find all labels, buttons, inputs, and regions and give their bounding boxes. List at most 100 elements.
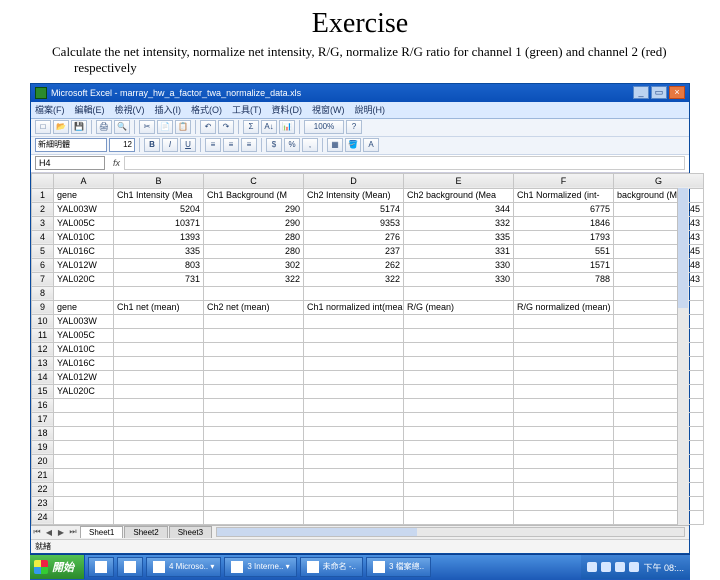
tab-nav-next-icon[interactable]: ▶ [55,528,67,537]
col-header[interactable]: B [114,173,204,188]
align-left-icon[interactable]: ≡ [205,138,221,152]
sheet-tab-2[interactable]: Sheet2 [124,526,167,538]
table-row: 6YAL012W8033022623301571448 [32,258,704,272]
sort-asc-icon[interactable]: A↓ [261,120,277,134]
taskbar-item[interactable]: 3 檔案總.. [366,557,431,577]
status-bar: 就緒 [31,539,689,553]
windows-flag-icon [34,560,48,574]
table-row: 8 [32,286,704,300]
align-right-icon[interactable]: ≡ [241,138,257,152]
tray-icon[interactable] [629,562,639,572]
tray-icon[interactable] [587,562,597,572]
menu-format[interactable]: 格式(O) [191,103,222,116]
table-row: 11YAL005C [32,328,704,342]
table-row: 17 [32,412,704,426]
col-header[interactable]: D [304,173,404,188]
taskbar-item[interactable]: 3 Interne.. ▾ [224,557,296,577]
tray-icon[interactable] [615,562,625,572]
cut-icon[interactable]: ✂ [139,120,155,134]
taskbar-item[interactable] [117,557,143,577]
app-name: Microsoft Excel [51,88,112,98]
comma-icon[interactable]: , [302,138,318,152]
tab-nav-prev-icon[interactable]: ◀ [43,528,55,537]
minimize-button[interactable]: _ [633,86,649,99]
spreadsheet-grid[interactable]: A B C D E F G 1 gene Ch1 Intensity (Mea … [31,173,704,525]
tab-nav-last-icon[interactable]: ⏭ [67,527,79,537]
save-icon[interactable]: 💾 [71,120,87,134]
help-icon[interactable]: ? [346,120,362,134]
print-icon[interactable]: 🖨 [96,120,112,134]
tab-nav-first-icon[interactable]: ⏮ [31,527,43,537]
menu-edit[interactable]: 編輯(E) [75,103,105,116]
taskbar-item[interactable]: 未命名 -.. [300,557,363,577]
excel-window: Microsoft Excel - marray_hw_a_factor_twa… [30,83,690,554]
doc-name: marray_hw_a_factor_twa_normalize_data.xl… [120,88,301,98]
underline-icon[interactable]: U [180,138,196,152]
taskbar-item[interactable]: 4 Microso.. ▾ [146,557,221,577]
standard-toolbar: □ 📂 💾 🖨 🔍 ✂ 📄 📋 ↶ ↷ Σ A↓ 📊 100% ? [31,119,689,137]
menubar: 檔案(F) 編輯(E) 檢視(V) 插入(I) 格式(O) 工具(T) 資料(D… [31,102,689,119]
chart-icon[interactable]: 📊 [279,120,295,134]
sheet-tab-bar: ⏮ ◀ ▶ ⏭ Sheet1 Sheet2 Sheet3 [31,525,689,539]
align-center-icon[interactable]: ≡ [223,138,239,152]
taskbar: 開始 4 Microso.. ▾ 3 Interne.. ▾ 未命名 -.. 3… [30,554,690,580]
table-row: 13YAL016C [32,356,704,370]
maximize-button[interactable]: ▭ [651,86,667,99]
sheet-tab-3[interactable]: Sheet3 [169,526,212,538]
undo-icon[interactable]: ↶ [200,120,216,134]
close-button[interactable]: × [669,86,685,99]
start-button[interactable]: 開始 [30,555,85,579]
table-row: 2YAL003W520429051743446775445 [32,202,704,216]
currency-icon[interactable]: $ [266,138,282,152]
menu-data[interactable]: 資料(D) [272,103,303,116]
redo-icon[interactable]: ↷ [218,120,234,134]
borders-icon[interactable]: ▦ [327,138,343,152]
table-row: 18 [32,426,704,440]
col-header[interactable]: C [204,173,304,188]
table-row: 10YAL003W [32,314,704,328]
paste-icon[interactable]: 📋 [175,120,191,134]
menu-file[interactable]: 檔案(F) [35,103,65,116]
font-name-combo[interactable]: 新細明體 [35,138,107,152]
menu-insert[interactable]: 插入(I) [155,103,182,116]
preview-icon[interactable]: 🔍 [114,120,130,134]
row-header[interactable]: 1 [32,188,54,202]
zoom-icon[interactable]: 100% [304,120,344,134]
table-row: 5YAL016C335280237331551445 [32,244,704,258]
menu-view[interactable]: 檢視(V) [115,103,145,116]
select-all-cell[interactable] [32,173,54,188]
percent-icon[interactable]: % [284,138,300,152]
table-row: 1 gene Ch1 Intensity (Mea Ch1 Background… [32,188,704,202]
clock: 下午 08:... [643,561,684,574]
col-header[interactable]: F [514,173,614,188]
sheet-tab-1[interactable]: Sheet1 [80,526,123,538]
col-header[interactable]: A [54,173,114,188]
copy-icon[interactable]: 📄 [157,120,173,134]
fx-icon[interactable]: fx [113,158,120,168]
font-size-combo[interactable]: 12 [109,138,135,152]
formatting-toolbar: 新細明體 12 B I U ≡ ≡ ≡ $ % , ▦ 🪣 A [31,137,689,155]
font-color-icon[interactable]: A [363,138,379,152]
col-header[interactable]: E [404,173,514,188]
table-row: 19 [32,440,704,454]
name-box[interactable]: H4 [35,156,105,170]
bold-icon[interactable]: B [144,138,160,152]
app-icon [124,561,136,573]
grid-area: A B C D E F G 1 gene Ch1 Intensity (Mea … [31,173,689,539]
tray-icon[interactable] [601,562,611,572]
menu-tools[interactable]: 工具(T) [232,103,262,116]
open-icon[interactable]: 📂 [53,120,69,134]
vertical-scrollbar[interactable] [677,188,689,525]
sum-icon[interactable]: Σ [243,120,259,134]
fill-color-icon[interactable]: 🪣 [345,138,361,152]
col-header[interactable]: G [614,173,704,188]
taskbar-item[interactable] [88,557,114,577]
table-row: 7YAL020C731322322330788443 [32,272,704,286]
app-icon [373,561,385,573]
new-icon[interactable]: □ [35,120,51,134]
menu-help[interactable]: 說明(H) [355,103,386,116]
formula-bar[interactable] [124,156,685,170]
menu-window[interactable]: 視窗(W) [312,103,345,116]
horizontal-scrollbar[interactable] [216,527,685,537]
italic-icon[interactable]: I [162,138,178,152]
